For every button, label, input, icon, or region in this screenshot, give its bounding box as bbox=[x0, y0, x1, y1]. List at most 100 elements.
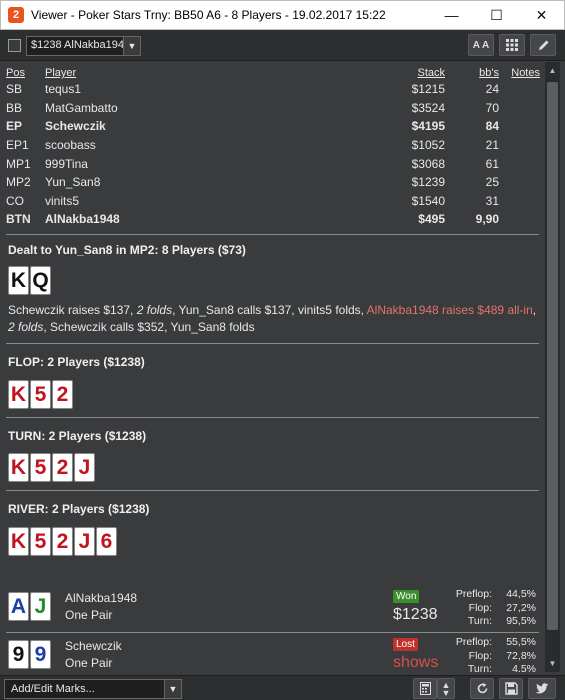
result-row: AJ AlNakba1948 One Pair Won $1238 Preflo… bbox=[6, 586, 539, 630]
player-stack: $3068 bbox=[411, 156, 445, 171]
table-header-row: Pos Player Stack bb's Notes bbox=[6, 66, 540, 80]
equity-label: Preflop: bbox=[455, 588, 492, 600]
turn-cards: K52J bbox=[8, 453, 95, 482]
player-header[interactable]: Player bbox=[45, 66, 365, 80]
river-cards: K52J6 bbox=[8, 527, 117, 556]
hand-selector-value: $1238 AlNakba1948 bbox=[31, 39, 131, 51]
divider bbox=[6, 343, 539, 344]
player-position: SB bbox=[6, 82, 23, 97]
font-size-button[interactable]: A A bbox=[468, 34, 494, 56]
player-stack: $3524 bbox=[411, 100, 445, 115]
table-row[interactable]: MP2 Yun_San8 $1239 25 bbox=[6, 173, 540, 192]
equity-stats: Preflop: 55,5% Flop: 72,8% Turn: 4,5% bbox=[438, 636, 536, 672]
player-notes bbox=[499, 136, 540, 155]
action-text: , Schewczik calls $352, Yun_San8 folds bbox=[43, 320, 255, 334]
table-row[interactable]: EP1 scoobass $1052 21 bbox=[6, 136, 540, 155]
app-logo-icon: 2 bbox=[8, 7, 24, 23]
stack-header[interactable]: Stack bbox=[365, 66, 445, 80]
pencil-icon bbox=[538, 40, 548, 50]
bbs-header[interactable]: bb's bbox=[445, 66, 499, 80]
flop-title: FLOP: 2 Players ($1238) bbox=[8, 355, 145, 369]
folds-text: 2 folds bbox=[136, 303, 173, 317]
player-name: MatGambatto bbox=[45, 100, 118, 115]
select-checkbox[interactable] bbox=[8, 39, 21, 52]
sort-button[interactable]: ▲ ▼ bbox=[437, 678, 455, 699]
player-name: Schewczik bbox=[45, 119, 106, 134]
action-text: Schewczik raises $137, bbox=[8, 303, 137, 317]
divider bbox=[6, 417, 539, 418]
playing-card: J bbox=[30, 592, 51, 621]
result-row: 99 Schewczik One Pair Lost shows Preflop… bbox=[6, 634, 539, 672]
notes-header[interactable]: Notes bbox=[499, 66, 540, 80]
close-button[interactable]: ✕ bbox=[519, 1, 564, 29]
table-row[interactable]: BB MatGambatto $3524 70 bbox=[6, 99, 540, 118]
scroll-thumb[interactable] bbox=[547, 82, 558, 630]
player-notes bbox=[499, 192, 540, 211]
result-player-name: AlNakba1948 bbox=[65, 591, 138, 605]
player-notes bbox=[499, 210, 540, 229]
equity-value: 72,8% bbox=[506, 649, 536, 662]
shown-cards: AJ bbox=[8, 592, 51, 621]
playing-card: Q bbox=[30, 266, 51, 295]
table-row[interactable]: BTN AlNakba1948 $495 9,90 bbox=[6, 210, 540, 229]
twitter-icon bbox=[535, 682, 549, 693]
maximize-button[interactable]: ☐ bbox=[474, 1, 519, 29]
player-bbs: 9,90 bbox=[475, 212, 499, 227]
table-row[interactable]: EP Schewczik $4195 84 bbox=[6, 117, 540, 136]
river-title: RIVER: 2 Players ($1238) bbox=[8, 502, 150, 516]
window-title: Viewer - Poker Stars Trny: BB50 A6 - 8 P… bbox=[31, 8, 386, 22]
status-bar: Add/Edit Marks... ▼ ▲ ▼ bbox=[0, 675, 565, 700]
chevron-down-icon[interactable]: ▼ bbox=[123, 37, 140, 55]
minimize-button[interactable]: — bbox=[429, 1, 474, 29]
player-notes bbox=[499, 117, 540, 136]
hole-cards: KQ bbox=[8, 266, 51, 295]
vertical-scrollbar[interactable]: ▲ ▼ bbox=[545, 62, 560, 672]
divider bbox=[6, 234, 539, 235]
hand-selector-dropdown[interactable]: $1238 AlNakba1948 ▼ bbox=[26, 36, 141, 56]
playing-card: J bbox=[74, 453, 95, 482]
chevron-down-icon[interactable]: ▼ bbox=[164, 680, 181, 698]
player-notes bbox=[499, 154, 540, 173]
calculator-button[interactable] bbox=[413, 678, 437, 699]
turn-title: TURN: 2 Players ($1238) bbox=[8, 429, 147, 443]
table-row[interactable]: MP1 999Tina $3068 61 bbox=[6, 154, 540, 173]
shown-cards: 99 bbox=[8, 640, 51, 669]
save-icon bbox=[504, 682, 518, 695]
player-notes bbox=[499, 80, 540, 99]
playing-card: 5 bbox=[30, 527, 51, 556]
lost-badge: Lost bbox=[393, 638, 418, 651]
font-size-icon: A A bbox=[472, 39, 490, 51]
equity-value: 55,5% bbox=[506, 636, 536, 648]
sort-arrows-icon: ▲ ▼ bbox=[441, 679, 451, 698]
player-bbs: 70 bbox=[485, 100, 499, 115]
replay-button[interactable] bbox=[470, 678, 494, 699]
folds-text: 2 folds bbox=[8, 320, 44, 334]
calculator-icon bbox=[419, 682, 431, 695]
toolbar: $1238 AlNakba1948 ▼ A A bbox=[0, 30, 565, 61]
equity-label: Flop: bbox=[468, 649, 492, 662]
flop-cards: K52 bbox=[8, 380, 73, 409]
scroll-up-icon[interactable]: ▲ bbox=[547, 65, 558, 76]
table-row[interactable]: SB tequs1 $1215 24 bbox=[6, 80, 540, 99]
playing-card: J bbox=[74, 527, 95, 556]
scroll-down-icon[interactable]: ▼ bbox=[547, 658, 558, 669]
player-stack: $495 bbox=[418, 212, 445, 227]
player-name: Yun_San8 bbox=[45, 175, 101, 190]
twitter-button[interactable] bbox=[528, 678, 556, 699]
pos-header[interactable]: Pos bbox=[6, 66, 45, 80]
save-button[interactable] bbox=[499, 678, 523, 699]
grid-button[interactable] bbox=[499, 34, 525, 56]
player-stack: $1052 bbox=[411, 138, 445, 153]
won-badge: Won bbox=[393, 590, 420, 603]
player-name: tequs1 bbox=[45, 82, 82, 97]
table-row[interactable]: CO vinits5 $1540 31 bbox=[6, 192, 540, 211]
player-stack: $1215 bbox=[411, 82, 445, 97]
edit-button[interactable] bbox=[530, 34, 556, 56]
player-bbs: 61 bbox=[485, 156, 499, 171]
marks-dropdown[interactable]: Add/Edit Marks... ▼ bbox=[4, 679, 182, 699]
playing-card: 2 bbox=[52, 380, 73, 409]
marks-dropdown-value: Add/Edit Marks... bbox=[11, 683, 95, 695]
grid-icon bbox=[506, 39, 518, 51]
preflop-actions: Schewczik raises $137, 2 folds, Yun_San8… bbox=[8, 302, 538, 336]
equity-label: Turn: bbox=[467, 615, 492, 627]
